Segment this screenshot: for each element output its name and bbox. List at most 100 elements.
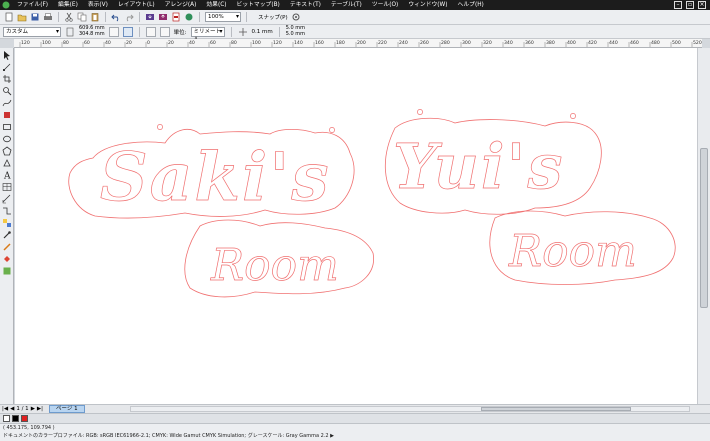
- swatch-black[interactable]: [12, 415, 19, 422]
- ruler-tick-label: 320: [483, 40, 492, 46]
- undo-icon[interactable]: [111, 12, 121, 22]
- menu-edit[interactable]: 編集(E): [53, 0, 83, 10]
- ruler-tick-label: 80: [231, 40, 237, 46]
- ruler-tick-label: 60: [210, 40, 216, 46]
- ruler-tick-label: 80: [63, 40, 69, 46]
- save-icon[interactable]: [30, 12, 40, 22]
- next-page-button[interactable]: ▶: [31, 406, 35, 412]
- menu-layout[interactable]: レイアウト(L): [113, 0, 160, 10]
- sakis-lettering[interactable]: Saki's: [100, 138, 331, 217]
- connector-tool-icon[interactable]: [2, 206, 12, 216]
- zoom-tool-icon[interactable]: [2, 86, 12, 96]
- toolbar-separator: [105, 12, 106, 22]
- current-page-button[interactable]: [159, 26, 170, 37]
- units-select[interactable]: ミリメートル: [190, 26, 225, 43]
- units-label: 単位:: [173, 29, 187, 36]
- import-icon[interactable]: [145, 12, 155, 22]
- freehand-tool-icon[interactable]: [2, 98, 12, 108]
- page-dimensions: 609.6 mm 304.8 mm: [79, 25, 105, 38]
- print-icon[interactable]: [43, 12, 53, 22]
- color-palette: [0, 413, 710, 423]
- menu-window[interactable]: ウィンドウ(W): [403, 0, 452, 10]
- crop-tool-icon[interactable]: [2, 74, 12, 84]
- document-color-profile[interactable]: ドキュメントのカラープロファイル: RGB: sRGB IEC61966-2.1…: [3, 432, 710, 440]
- app-icon[interactable]: [2, 1, 10, 9]
- ruler-tick-label: 260: [420, 40, 429, 46]
- export-icon[interactable]: [158, 12, 168, 22]
- menu-arrange[interactable]: アレンジ(A): [160, 0, 202, 10]
- ruler-tick-label: 40: [189, 40, 195, 46]
- horizontal-scroll-thumb[interactable]: [481, 407, 631, 411]
- swatch-red[interactable]: [21, 415, 28, 422]
- shape-tool-icon[interactable]: [2, 62, 12, 72]
- nudge-icon: [238, 27, 247, 36]
- publish-pdf-icon[interactable]: [171, 12, 181, 22]
- menu-file[interactable]: ファイル(F): [12, 0, 53, 10]
- parallel-dimension-icon[interactable]: [2, 194, 12, 204]
- blend-tool-icon[interactable]: [2, 218, 12, 228]
- page-height-field[interactable]: 304.8 mm: [79, 31, 105, 38]
- new-icon[interactable]: [4, 12, 14, 22]
- ruler-tick-label: 20: [168, 40, 174, 46]
- page-size-select[interactable]: カスタム: [3, 26, 61, 37]
- nudge-distance-field[interactable]: 0.1 mm: [252, 29, 273, 35]
- ellipse-tool-icon[interactable]: [2, 134, 12, 144]
- vertical-scroll-thumb[interactable]: [700, 148, 708, 308]
- yuis-lettering[interactable]: Yui's: [393, 130, 564, 204]
- landscape-button[interactable]: [122, 26, 133, 37]
- rectangle-tool-icon[interactable]: [2, 122, 12, 132]
- outline-pen-icon[interactable]: [2, 242, 12, 252]
- smart-fill-icon[interactable]: [2, 110, 12, 120]
- tab-page-1[interactable]: ページ 1: [49, 405, 85, 413]
- ruler-tick-label: 20: [126, 40, 132, 46]
- fill-tool-icon[interactable]: [2, 254, 12, 264]
- vertical-scrollbar[interactable]: [697, 48, 710, 404]
- options-icon[interactable]: [291, 12, 301, 22]
- ruler-tick-label: 180: [336, 40, 345, 46]
- horizontal-ruler[interactable]: 120 100 80 60 40 20 0 20 40 60 80 100 120 140 160 180 20…: [14, 39, 702, 48]
- cut-icon[interactable]: [64, 12, 74, 22]
- prev-page-button[interactable]: ◀: [10, 406, 14, 412]
- menu-tools[interactable]: ツール(O): [367, 0, 403, 10]
- last-page-button[interactable]: ▶|: [37, 406, 43, 412]
- snap-to-dropdown[interactable]: スナップ(P): [258, 13, 288, 21]
- menu-bitmaps[interactable]: ビットマップ(B): [232, 0, 285, 10]
- copy-icon[interactable]: [77, 12, 87, 22]
- ruler-tick-label: 240: [399, 40, 408, 46]
- portrait-button[interactable]: [108, 26, 119, 37]
- menu-table[interactable]: テーブル(T): [326, 0, 367, 10]
- toolbar-separator: [246, 12, 247, 22]
- all-pages-button[interactable]: [145, 26, 156, 37]
- interactive-fill-icon[interactable]: [2, 266, 12, 276]
- text-tool-icon[interactable]: A: [2, 170, 12, 181]
- menu-view[interactable]: 表示(V): [83, 0, 113, 10]
- redo-icon[interactable]: [124, 12, 134, 22]
- property-bar: カスタム 609.6 mm 304.8 mm 単位: ミリメートル 0.1 mm…: [0, 25, 710, 43]
- minimize-icon[interactable]: –: [674, 1, 682, 9]
- room-left-lettering[interactable]: Room: [210, 240, 340, 292]
- hanging-hole: [157, 124, 163, 130]
- basic-shapes-icon[interactable]: [2, 158, 12, 168]
- table-tool-icon[interactable]: [2, 182, 12, 192]
- ruler-tick-label: 500: [672, 40, 681, 46]
- horizontal-scrollbar[interactable]: [130, 406, 690, 412]
- eyedropper-icon[interactable]: [2, 230, 12, 240]
- app-launcher-icon[interactable]: [184, 12, 194, 22]
- first-page-button[interactable]: |◀: [2, 406, 8, 412]
- room-right-lettering[interactable]: Room: [508, 226, 638, 278]
- paste-icon[interactable]: [90, 12, 100, 22]
- no-color-swatch[interactable]: [3, 415, 10, 422]
- menu-text[interactable]: テキスト(T): [285, 0, 326, 10]
- ruler-tick-label: 460: [630, 40, 639, 46]
- zoom-level-select[interactable]: 100%: [205, 12, 241, 22]
- standard-toolbar: 100% スナップ(P): [0, 10, 710, 25]
- close-icon[interactable]: ×: [698, 1, 706, 9]
- menu-effects[interactable]: 効果(C): [201, 0, 231, 10]
- polygon-tool-icon[interactable]: [2, 146, 12, 156]
- drawing-canvas[interactable]: Saki's Room Yui's Room: [15, 48, 697, 404]
- duplicate-y-field[interactable]: 5.0 mm: [286, 31, 305, 38]
- pick-tool-icon[interactable]: [2, 50, 12, 60]
- restore-icon[interactable]: ▫: [686, 1, 694, 9]
- open-icon[interactable]: [17, 12, 27, 22]
- menu-help[interactable]: ヘルプ(H): [453, 0, 489, 10]
